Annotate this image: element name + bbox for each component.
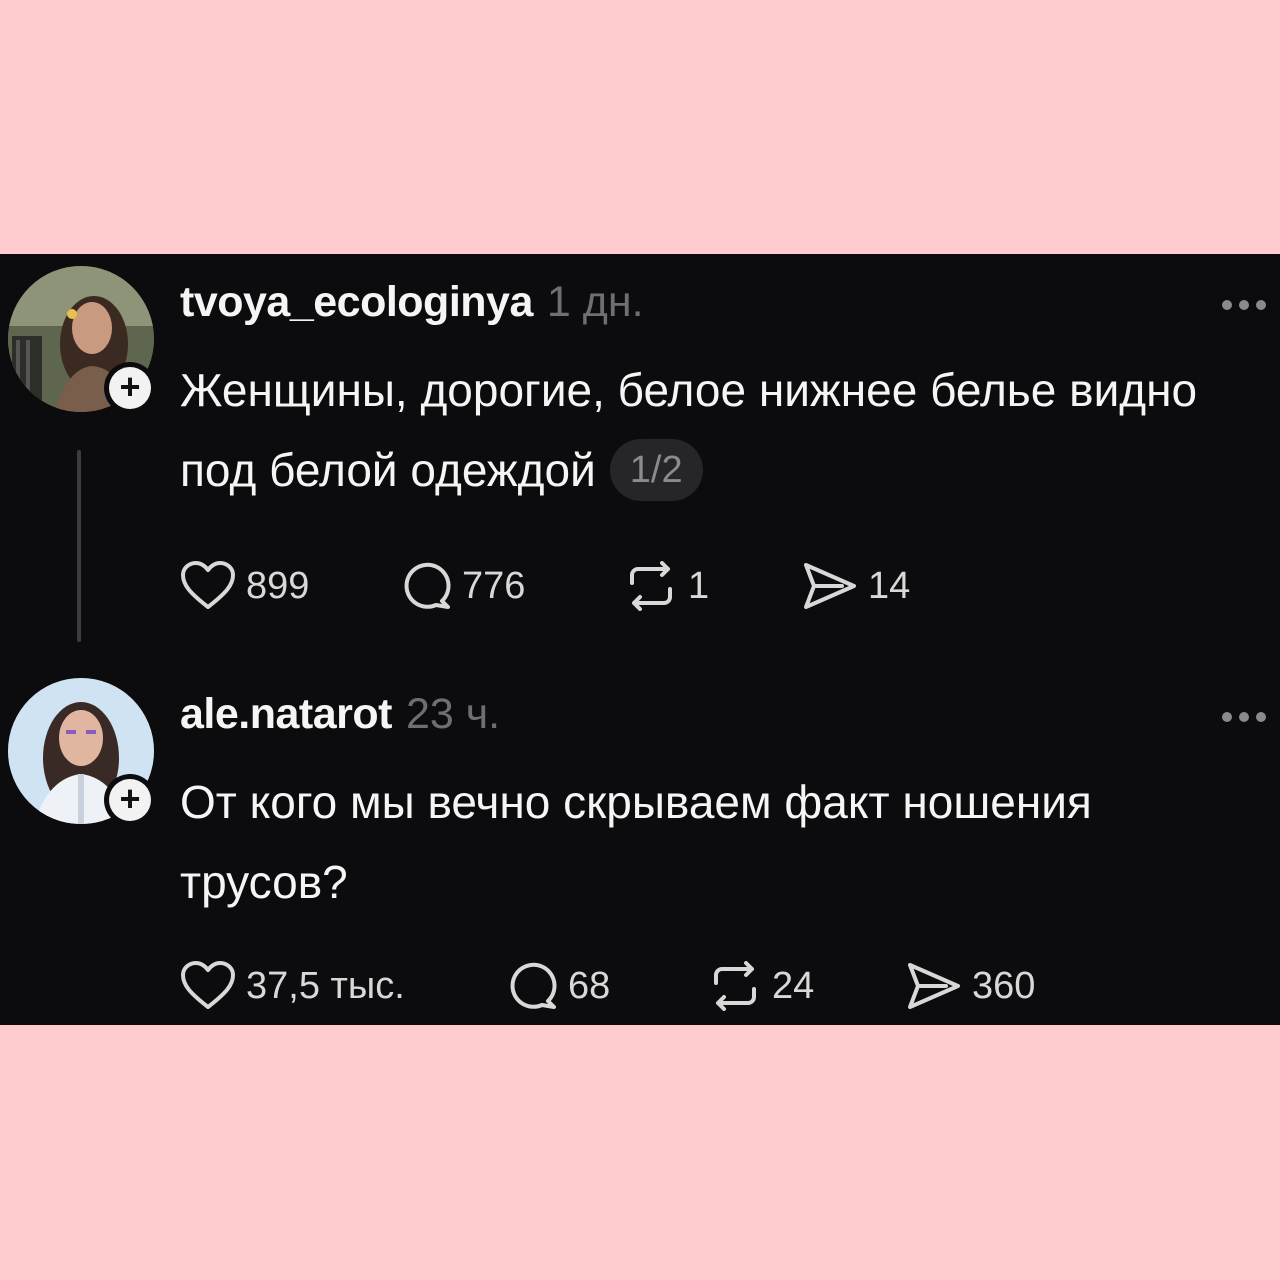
heart-icon xyxy=(181,561,235,609)
repost-button[interactable]: 24 xyxy=(708,956,814,1016)
threads-screenshot-panel: + tvoya_ecologinya 1 дн. Женщины, дороги… xyxy=(0,254,1280,1025)
username[interactable]: ale.natarot xyxy=(180,690,392,739)
share-count: 14 xyxy=(868,564,911,607)
like-button[interactable]: 899 xyxy=(180,556,309,616)
reply-count: 68 xyxy=(568,964,611,1007)
like-count: 37,5 тыс. xyxy=(246,964,405,1007)
comment-icon xyxy=(404,562,451,609)
follow-button[interactable]: + xyxy=(104,774,156,826)
post-body: От кого мы вечно скрываем факт ношения т… xyxy=(180,776,1092,908)
comment-icon xyxy=(510,962,557,1009)
share-button[interactable]: 14 xyxy=(802,556,910,616)
timestamp: 23 ч. xyxy=(405,690,501,738)
repost-count: 24 xyxy=(772,964,815,1007)
post-header: tvoya_ecologinya 1 дн. xyxy=(180,278,644,334)
repost-count: 1 xyxy=(688,564,710,607)
post-text: Женщины, дорогие, белое нижнее белье вид… xyxy=(180,350,1260,510)
repost-icon xyxy=(630,561,672,611)
timestamp: 1 дн. xyxy=(546,278,644,326)
reply-button[interactable]: 776 xyxy=(402,556,525,616)
post-header: ale.natarot 23 ч. xyxy=(180,690,500,746)
share-count: 360 xyxy=(972,964,1036,1007)
username[interactable]: tvoya_ecologinya xyxy=(180,278,533,327)
plus-icon: + xyxy=(109,779,151,821)
send-icon xyxy=(908,963,960,1009)
follow-button[interactable]: + xyxy=(104,362,156,414)
more-icon[interactable] xyxy=(1222,300,1266,312)
like-count: 899 xyxy=(246,564,310,607)
post: + tvoya_ecologinya 1 дн. Женщины, дороги… xyxy=(0,254,1280,654)
share-button[interactable]: 360 xyxy=(906,956,1035,1016)
more-icon[interactable] xyxy=(1222,712,1266,724)
repost-icon xyxy=(714,961,756,1011)
thread-line xyxy=(77,450,81,642)
send-icon xyxy=(804,563,856,609)
plus-icon: + xyxy=(109,367,151,409)
repost-button[interactable]: 1 xyxy=(624,556,709,616)
like-button[interactable]: 37,5 тыс. xyxy=(180,956,405,1016)
post: + ale.natarot 23 ч. От кого мы вечно скр… xyxy=(0,666,1280,1025)
heart-icon xyxy=(181,961,235,1009)
reply-button[interactable]: 68 xyxy=(508,956,610,1016)
page-indicator: 1/2 xyxy=(609,438,703,501)
reply-count: 776 xyxy=(462,564,526,607)
post-text: От кого мы вечно скрываем факт ношения т… xyxy=(180,762,1140,922)
